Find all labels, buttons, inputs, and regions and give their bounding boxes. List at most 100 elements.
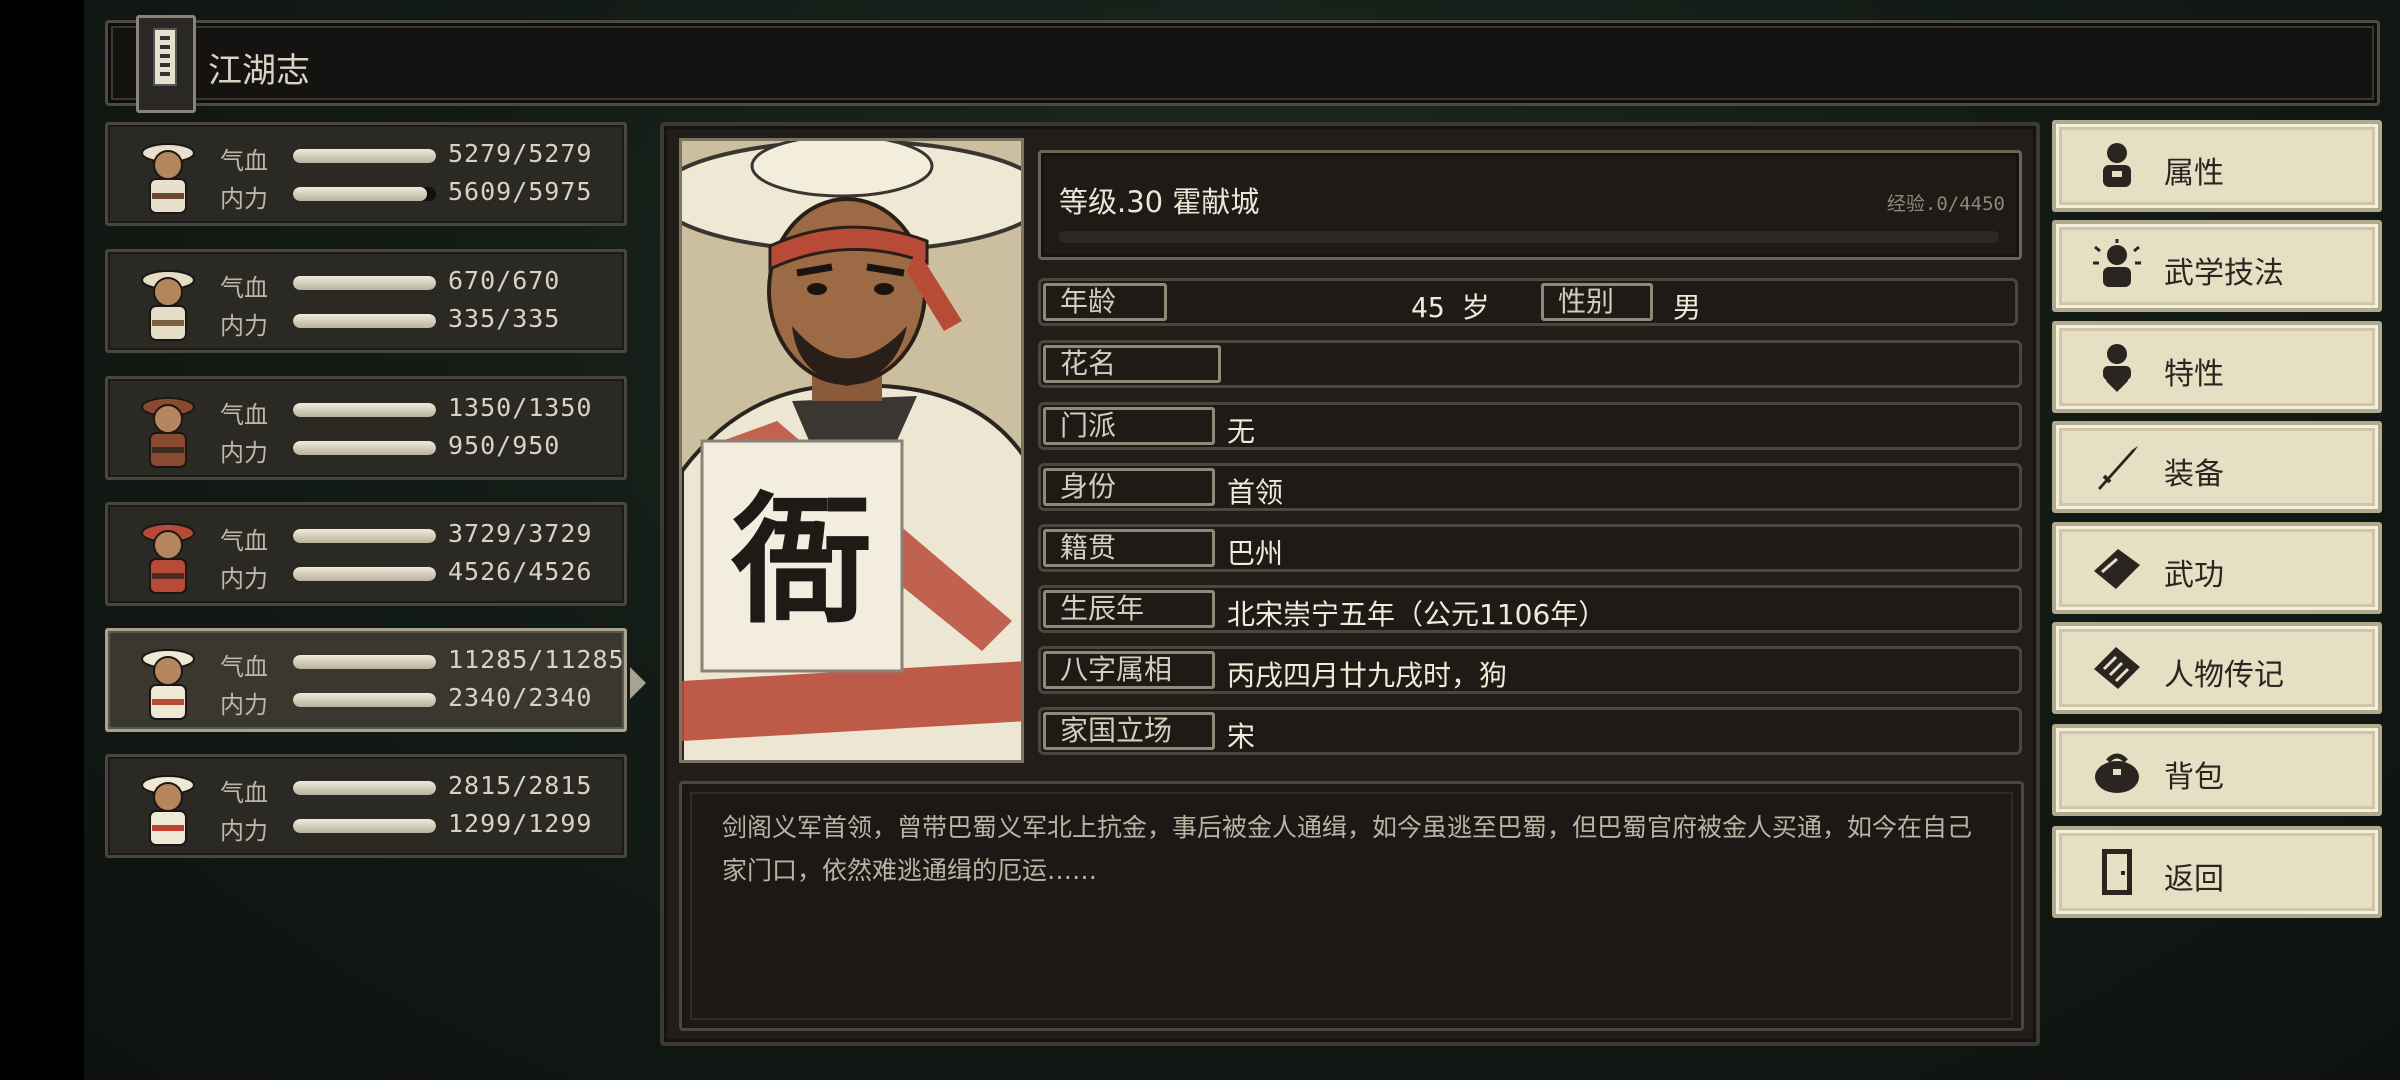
- bag-icon: [2095, 753, 2139, 793]
- character-description: 剑阁义军首领，曾带巴蜀义军北上抗金，事后被金人通缉，如今虽逃至巴蜀，但巴蜀官府被…: [722, 813, 1973, 885]
- equipment-button[interactable]: 装备: [2052, 421, 2382, 513]
- mp-bar-fill: [293, 693, 436, 707]
- hp-bar: [293, 781, 436, 795]
- party-member-card[interactable]: 气血 1350/1350 内力 950/950: [105, 376, 627, 480]
- person-icon: [2103, 143, 2131, 187]
- birth-row: 生辰年 北宋崇宁五年（公元1106年）: [1038, 585, 2022, 633]
- hp-value: 3729/3729: [448, 519, 593, 548]
- hp-bar-fill: [293, 781, 436, 795]
- hp-label: 气血: [220, 653, 268, 681]
- hp-label: 气血: [220, 401, 268, 429]
- person-sparkle-icon: [2093, 239, 2141, 287]
- hp-label: 气血: [220, 274, 268, 302]
- mp-bar-fill: [293, 314, 436, 328]
- biography-button[interactable]: 人物传记: [2052, 622, 2382, 714]
- attributes-button[interactable]: 属性: [2052, 120, 2382, 212]
- mp-value: 5609/5975: [448, 177, 593, 206]
- sect-value: 无: [1227, 415, 1256, 448]
- party-member-card[interactable]: 气血 3729/3729 内力 4526/4526: [105, 502, 627, 606]
- martial-skills-label: 武学技法: [2164, 256, 2284, 291]
- origin-value: 巴州: [1227, 537, 1284, 570]
- hp-bar: [293, 529, 436, 543]
- age-gender-row: 年龄 45 岁 性别 男: [1038, 278, 2018, 326]
- origin-label: 籍贯: [1043, 529, 1215, 567]
- birth-value: 北宋崇宁五年（公元1106年）: [1227, 598, 1607, 631]
- party-member-card[interactable]: 气血 670/670 内力 335/335: [105, 249, 627, 353]
- member-avatar: [141, 270, 195, 341]
- attributes-label: 属性: [2164, 156, 2224, 191]
- mp-bar: [293, 819, 436, 833]
- identity-value: 首领: [1227, 476, 1284, 509]
- bazi-value: 丙戌四月廿九戌时，狗: [1227, 659, 1508, 692]
- book-icon: [2094, 549, 2140, 589]
- level-box: 等级.30 霍献城 经验.0/4450: [1038, 150, 2022, 260]
- character-panel: 衙 等级.30 霍献城 经验.0/4450 年龄 45 岁 性别 男 花名 门派…: [660, 122, 2040, 1046]
- equipment-label: 装备: [2164, 457, 2224, 492]
- sword-icon: [2098, 446, 2138, 490]
- backpack-button[interactable]: 背包: [2052, 724, 2382, 816]
- mp-value: 950/950: [448, 431, 561, 460]
- page-title: 江湖志: [208, 51, 310, 91]
- mp-value: 335/335: [448, 304, 561, 333]
- mp-bar: [293, 567, 436, 581]
- martial-skills-button[interactable]: 武学技法: [2052, 220, 2382, 312]
- traits-button[interactable]: 特性: [2052, 321, 2382, 413]
- kungfu-button[interactable]: 武功: [2052, 522, 2382, 614]
- hp-value: 670/670: [448, 266, 561, 295]
- party-member-card[interactable]: 气血 11285/11285 内力 2340/2340: [105, 628, 646, 732]
- gender-label: 性别: [1541, 283, 1653, 321]
- hp-bar: [293, 403, 436, 417]
- mp-label: 内力: [220, 439, 268, 467]
- selected-arrow-icon: [630, 667, 646, 699]
- party-member-card[interactable]: 气血 2815/2815 内力 1299/1299: [105, 754, 627, 858]
- hp-label: 气血: [220, 779, 268, 807]
- identity-label: 身份: [1043, 468, 1215, 506]
- sect-row: 门派 无: [1038, 402, 2022, 450]
- bazi-row: 八字属相 丙戌四月廿九戌时，狗: [1038, 646, 2022, 694]
- hp-bar-fill: [293, 149, 436, 163]
- exp-bar: [1059, 231, 1999, 243]
- book-icon: [136, 15, 196, 113]
- traits-label: 特性: [2164, 357, 2224, 392]
- mp-label: 内力: [220, 565, 268, 593]
- mp-value: 2340/2340: [448, 683, 593, 712]
- age-label: 年龄: [1043, 283, 1167, 321]
- member-avatar: [141, 397, 195, 468]
- backpack-label: 背包: [2164, 760, 2224, 795]
- hp-bar-fill: [293, 403, 436, 417]
- kungfu-label: 武功: [2164, 558, 2224, 593]
- title-bar: 江湖志: [105, 15, 2380, 113]
- mp-bar-fill: [293, 567, 436, 581]
- origin-row: 籍贯 巴州: [1038, 524, 2022, 572]
- allegiance-value: 宋: [1227, 720, 1256, 753]
- member-avatar: [141, 523, 195, 594]
- mp-bar-fill: [293, 187, 428, 201]
- description-box: 剑阁义军首领，曾带巴蜀义军北上抗金，事后被金人通缉，如今虽逃至巴蜀，但巴蜀官府被…: [679, 781, 2024, 1031]
- party-member-card[interactable]: 气血 5279/5279 内力 5609/5975: [105, 122, 627, 226]
- hp-bar-fill: [293, 276, 436, 290]
- screen-bezel: [0, 0, 84, 1080]
- identity-row: 身份 首领: [1038, 463, 2022, 511]
- age-value: 45 岁: [1411, 291, 1490, 324]
- gender-value: 男: [1673, 291, 1702, 324]
- member-avatar: [141, 775, 195, 846]
- back-button[interactable]: 返回: [2052, 826, 2382, 918]
- hp-value: 1350/1350: [448, 393, 593, 422]
- mp-label: 内力: [220, 185, 268, 213]
- scroll-icon: [2094, 647, 2140, 689]
- level-name: 等级.30 霍献城: [1059, 185, 1260, 219]
- hp-bar: [293, 149, 436, 163]
- mp-bar: [293, 314, 436, 328]
- hp-label: 气血: [220, 147, 268, 175]
- hp-bar: [293, 276, 436, 290]
- member-avatar: [141, 143, 195, 214]
- portrait-sign: 衙: [731, 479, 872, 643]
- bazi-label: 八字属相: [1043, 651, 1215, 689]
- hp-value: 5279/5279: [448, 139, 593, 168]
- mp-label: 内力: [220, 691, 268, 719]
- biography-label: 人物传记: [2164, 658, 2284, 693]
- allegiance-label: 家国立场: [1043, 712, 1215, 750]
- mp-bar: [293, 693, 436, 707]
- birth-label: 生辰年: [1043, 590, 1215, 628]
- member-avatar: [141, 649, 195, 720]
